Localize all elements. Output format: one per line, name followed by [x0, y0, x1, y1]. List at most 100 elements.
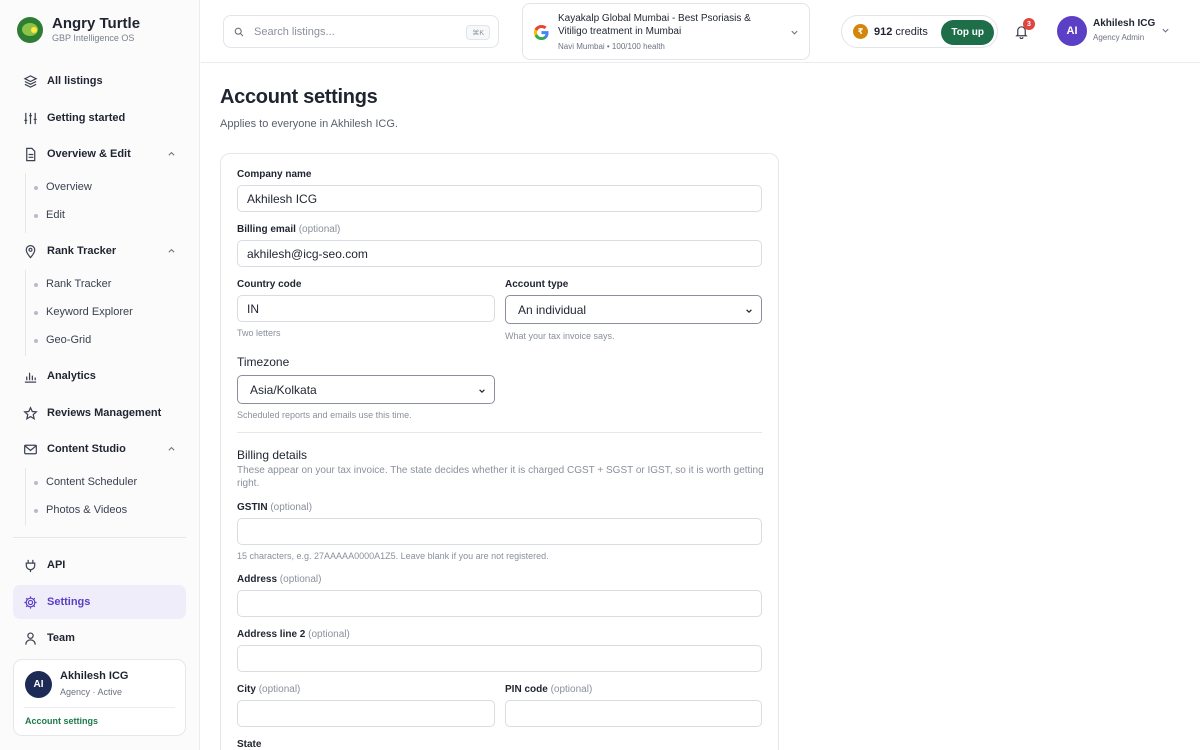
google-logo-icon: [533, 24, 549, 41]
gstin-input[interactable]: [237, 518, 762, 545]
billing-details-description: These appear on your tax invoice. The st…: [237, 465, 764, 489]
rank-tracker-submenu: Rank Tracker Keyword Explorer Geo-Grid: [25, 270, 185, 356]
sidebar-item-all-listings[interactable]: All listings: [13, 64, 186, 98]
sidebar-item-label: API: [47, 559, 66, 571]
credits-pill: ₹ 912 credits Top up: [841, 15, 998, 48]
pin-code-label: PIN code (optional): [505, 684, 592, 695]
chevron-up-icon: [168, 248, 175, 253]
top-up-button[interactable]: Top up: [941, 20, 994, 45]
address-label: Address (optional): [237, 574, 322, 585]
sidebar-item-getting-started[interactable]: Getting started: [13, 101, 186, 135]
chevron-up-icon: [168, 446, 175, 451]
chevron-down-icon: [746, 309, 752, 314]
address-line2-label: Address line 2 (optional): [237, 629, 350, 640]
user-icon: [22, 630, 38, 646]
star-icon: [22, 405, 38, 421]
sliders-icon: [22, 110, 38, 126]
country-code-input[interactable]: IN: [237, 295, 495, 322]
sidebar-item-team[interactable]: Team: [13, 621, 186, 655]
user-menu[interactable]: AI Akhilesh ICG Agency Admin: [1057, 16, 1187, 47]
timezone-hint: Scheduled reports and emails use this ti…: [237, 410, 412, 420]
notification-badge: 3: [1023, 18, 1035, 30]
timezone-value: Asia/Kolkata: [250, 382, 317, 397]
chevron-down-icon: [791, 30, 798, 35]
sidebar-subitem-overview[interactable]: Overview: [34, 181, 92, 193]
sidebar-item-rank-tracker[interactable]: Rank Tracker: [13, 234, 186, 268]
gstin-hint: 15 characters, e.g. 27AAAAA0000A1Z5. Lea…: [237, 551, 549, 561]
listing-meta: Navi Mumbai • 100/100 health: [558, 42, 665, 51]
sidebar-item-overview-edit[interactable]: Overview & Edit: [13, 137, 186, 171]
card-divider: [24, 707, 175, 708]
gstin-label: GSTIN (optional): [237, 502, 312, 513]
user-role: Agency Admin: [1093, 33, 1145, 42]
optional-tag: (optional): [279, 574, 322, 585]
sidebar-item-label: Content Studio: [47, 443, 126, 455]
credits-balance: 912 credits: [874, 26, 928, 38]
user-name: Akhilesh ICG: [1093, 18, 1156, 29]
optional-tag: (optional): [270, 502, 313, 513]
search-icon: [234, 27, 244, 36]
map-pin-icon: [22, 243, 38, 259]
sidebar-subitem-rank-tracker[interactable]: Rank Tracker: [33, 278, 111, 290]
page-title: Account settings: [220, 86, 378, 108]
overview-submenu: Overview Edit: [25, 173, 185, 233]
brand[interactable]: Angry Turtle GBP Intelligence OS: [17, 16, 140, 44]
billing-email-input[interactable]: akhilesh@icg-seo.com: [237, 240, 762, 267]
billing-email-label-text: Billing email: [237, 224, 296, 235]
chevron-up-icon: [168, 151, 175, 156]
sidebar-item-api[interactable]: API: [13, 548, 186, 582]
pin-code-label-text: PIN code: [505, 684, 548, 695]
city-label-text: City: [237, 684, 256, 695]
sidebar-item-reviews[interactable]: Reviews Management: [13, 396, 186, 430]
address-line2-input[interactable]: [237, 645, 762, 672]
keyboard-shortcut-badge: ⌘K: [466, 25, 490, 40]
sidebar-item-content-studio[interactable]: Content Studio: [13, 432, 186, 466]
sidebar-subitem-keyword-explorer[interactable]: Keyword Explorer: [34, 306, 133, 318]
chevron-down-icon: [1162, 28, 1169, 33]
credits-unit: credits: [895, 25, 928, 38]
sidebar-item-label: Settings: [47, 596, 91, 608]
listing-selector[interactable]: Kayakalp Global Mumbai - Best Psoriasis …: [522, 3, 810, 60]
company-name-label: Company name: [237, 169, 312, 180]
account-type-label: Account type: [505, 279, 569, 290]
optional-tag: (optional): [258, 684, 301, 695]
mail-icon: [22, 441, 38, 457]
search-input[interactable]: Search listings... ⌘K: [223, 15, 499, 48]
user-name: Akhilesh ICG: [60, 670, 129, 682]
billing-email-label: Billing email (optional): [237, 224, 340, 235]
brand-name: Angry Turtle: [52, 15, 141, 32]
sidebar-subitem-photos-videos[interactable]: Photos & Videos: [33, 504, 127, 516]
section-divider: [237, 432, 762, 433]
sidebar-item-label: Analytics: [47, 370, 96, 382]
sidebar-item-analytics[interactable]: Analytics: [13, 359, 186, 393]
account-settings-link[interactable]: Account settings: [25, 716, 98, 726]
account-type-select[interactable]: An individual: [505, 295, 762, 324]
sidebar-item-label: Getting started: [47, 112, 126, 124]
optional-tag: (optional): [298, 224, 341, 235]
city-input[interactable]: [237, 700, 495, 727]
document-icon: [22, 146, 38, 162]
sidebar-item-label: All listings: [47, 75, 103, 87]
sidebar-user-card: AI Akhilesh ICG Agency · Active Account …: [13, 659, 186, 736]
credits-amount: 912: [874, 25, 893, 38]
country-code-hint: Two letters: [237, 328, 281, 338]
optional-tag: (optional): [308, 629, 350, 640]
chevron-down-icon: [479, 389, 485, 394]
layers-icon: [22, 73, 38, 89]
avatar: AI: [25, 671, 52, 698]
address-label-text: Address: [237, 574, 278, 585]
sidebar-item-label: Reviews Management: [47, 407, 162, 419]
brand-subtitle: GBP Intelligence OS: [52, 33, 135, 43]
sidebar-subitem-edit[interactable]: Edit: [34, 209, 65, 221]
gear-icon: [22, 594, 38, 610]
city-label: City (optional): [237, 684, 300, 695]
gstin-label-text: GSTIN: [237, 502, 268, 513]
sidebar-item-label: Team: [47, 632, 75, 644]
sidebar-item-settings[interactable]: Settings: [13, 585, 186, 619]
sidebar-subitem-content-scheduler[interactable]: Content Scheduler: [33, 476, 137, 488]
timezone-select[interactable]: Asia/Kolkata: [237, 375, 495, 404]
pin-code-input[interactable]: [505, 700, 762, 727]
sidebar-subitem-geo-grid[interactable]: Geo-Grid: [33, 334, 91, 346]
company-name-input[interactable]: Akhilesh ICG: [237, 185, 762, 212]
address-input[interactable]: [237, 590, 762, 617]
